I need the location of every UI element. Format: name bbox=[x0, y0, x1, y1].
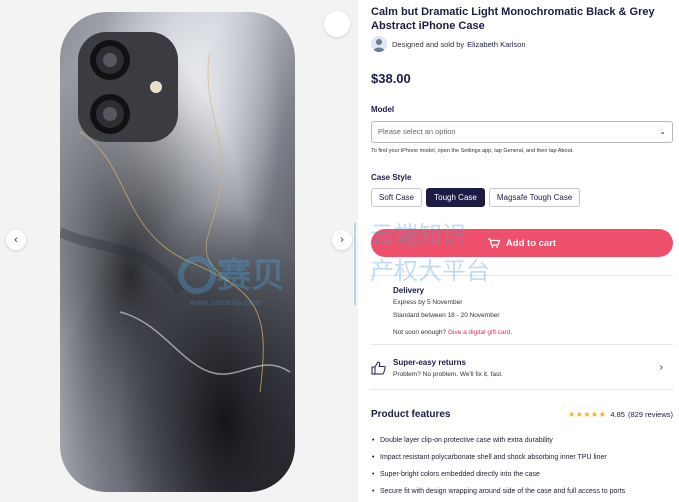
returns-title: Super-easy returns bbox=[393, 358, 466, 367]
model-select-value: Please select an option bbox=[378, 127, 456, 136]
feature-item: Secure fit with design wrapping around s… bbox=[371, 483, 673, 500]
returns-subtitle: Problem? No problem. We'll fix it, fast. bbox=[393, 371, 503, 378]
chevron-left-icon: ‹ bbox=[14, 234, 18, 246]
designer-name-link[interactable]: Elizabeth Karlson bbox=[467, 40, 525, 49]
designer-info: Designed and sold by Elizabeth Karlson bbox=[371, 36, 526, 52]
delivery-section: Delivery Express by 5 November Standard … bbox=[371, 275, 673, 345]
chevron-right-icon: › bbox=[340, 234, 344, 246]
model-hint: To find your iPhone model, open the Sett… bbox=[371, 148, 574, 154]
rating-summary[interactable]: ★★★★★ 4.85 (829 reviews) bbox=[568, 410, 673, 419]
gallery-next-button[interactable]: › bbox=[332, 230, 352, 250]
product-image[interactable] bbox=[60, 12, 295, 492]
feature-item: Double layer clip-on protective case wit… bbox=[371, 432, 673, 449]
truck-icon bbox=[373, 286, 387, 296]
gift-card-link[interactable]: Give a digital gift card. bbox=[448, 329, 512, 336]
features-list: Double layer clip-on protective case wit… bbox=[371, 432, 673, 500]
favorite-button[interactable] bbox=[324, 11, 350, 37]
rating-stars-icon: ★★★★★ bbox=[568, 410, 607, 419]
product-price: $38.00 bbox=[371, 71, 411, 86]
product-gallery: ‹ › bbox=[0, 0, 358, 502]
cart-plus-icon bbox=[487, 238, 501, 248]
thumbs-up-icon bbox=[371, 361, 386, 375]
add-to-cart-label: Add to cart bbox=[505, 237, 557, 249]
rating-value: 4.85 bbox=[610, 410, 625, 419]
model-label: Model bbox=[371, 105, 395, 114]
returns-row[interactable]: Super-easy returns Problem? No problem. … bbox=[371, 346, 673, 390]
case-style-option-soft[interactable]: Soft Case bbox=[371, 188, 423, 207]
chevron-down-icon: ⌄ bbox=[659, 127, 666, 136]
designer-prefix: Designed and sold by bbox=[392, 39, 465, 49]
delivery-not-soon: Not soon enough? bbox=[393, 329, 447, 336]
gallery-prev-button[interactable]: ‹ bbox=[6, 230, 26, 250]
feature-item: Super-bright colors embedded directly in… bbox=[371, 466, 673, 483]
delivery-express: Express by 5 November bbox=[393, 299, 463, 306]
feature-item: Impact resistant polycarbonate shell and… bbox=[371, 449, 673, 466]
delivery-title: Delivery bbox=[393, 286, 425, 295]
product-title: Calm but Dramatic Light Monochromatic Bl… bbox=[371, 6, 655, 32]
features-title: Product features bbox=[371, 409, 451, 420]
case-style-label: Case Style bbox=[371, 173, 412, 182]
case-style-options: Soft Case Tough Case Magsafe Tough Case bbox=[371, 188, 581, 207]
designer-avatar[interactable] bbox=[371, 36, 387, 52]
delivery-standard: Standard between 18 - 20 November bbox=[393, 312, 500, 319]
case-style-option-magsafe[interactable]: Magsafe Tough Case bbox=[488, 188, 581, 207]
chevron-right-icon: › bbox=[659, 362, 663, 373]
add-to-cart-button[interactable]: Add to cart bbox=[371, 229, 673, 257]
rating-reviews: (829 reviews) bbox=[627, 410, 673, 419]
phone-case-artwork bbox=[60, 12, 295, 492]
model-select[interactable]: Please select an option ⌄ bbox=[371, 121, 673, 143]
delivery-gift-row: Not soon enough? Give a digital gift car… bbox=[393, 329, 512, 336]
case-style-option-tough[interactable]: Tough Case bbox=[426, 188, 485, 207]
